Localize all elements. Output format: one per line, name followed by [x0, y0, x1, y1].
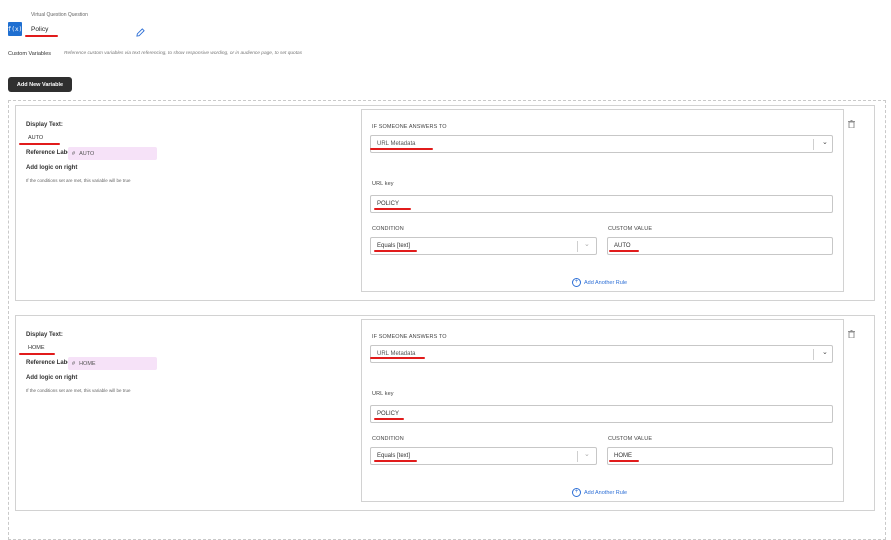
annotation-underline	[609, 460, 639, 462]
chevron-down-icon[interactable]: ⌄	[822, 138, 828, 146]
rule-panel: IF SOMEONE ANSWERS TO URL Metadata ⌄ URL…	[361, 109, 844, 292]
pencil-icon[interactable]	[136, 24, 145, 42]
annotation-underline	[370, 148, 433, 150]
answers-dropdown[interactable]: URL Metadata ⌄	[370, 345, 833, 363]
url-key-label: URL key	[372, 181, 394, 187]
dropdown-separator	[577, 241, 578, 252]
condition-label: CONDITION	[372, 436, 404, 442]
add-another-rule-link[interactable]: + Add Another Rule	[572, 278, 627, 287]
plus-circle-icon: +	[572, 488, 581, 497]
variable-card: Display Text: AUTO Reference Label: # AU…	[15, 105, 875, 301]
add-another-rule-link[interactable]: + Add Another Rule	[572, 488, 627, 497]
add-another-rule-label: Add Another Rule	[584, 489, 628, 496]
question-caption: Virtual Question Question	[31, 12, 88, 18]
reference-label-value: AUTO	[79, 150, 95, 157]
annotation-underline	[19, 143, 60, 145]
logic-help: If the conditions set are met, this vari…	[26, 178, 131, 183]
custom-variables-title: Custom Variables	[8, 51, 51, 57]
logic-title: Add logic on right	[26, 165, 78, 171]
url-key-input[interactable]: POLICY	[370, 195, 833, 213]
display-text-label: Display Text:	[26, 332, 63, 338]
condition-value: Equals [text]	[377, 453, 411, 459]
annotation-underline	[25, 35, 58, 37]
condition-dropdown[interactable]: Equals [text] ⌄	[370, 237, 597, 255]
add-another-rule-label: Add Another Rule	[584, 279, 628, 286]
custom-variables-help: Reference custom variables via text refe…	[64, 51, 303, 56]
url-key-value: POLICY	[377, 411, 400, 417]
url-key-label: URL key	[372, 391, 394, 397]
chevron-down-icon[interactable]: ⌄	[584, 450, 590, 458]
url-key-input[interactable]: POLICY	[370, 405, 833, 423]
question-name[interactable]: Policy	[31, 26, 48, 33]
annotation-underline	[609, 250, 639, 252]
custom-value-input[interactable]: AUTO	[607, 237, 833, 255]
dropdown-separator	[813, 349, 814, 360]
if-answers-label: IF SOMEONE ANSWERS TO	[372, 334, 447, 340]
hash-icon: #	[72, 150, 76, 157]
add-new-variable-button[interactable]: Add New Variable	[8, 77, 72, 92]
custom-value-input[interactable]: HOME	[607, 447, 833, 465]
custom-value-label: CUSTOM VALUE	[608, 226, 653, 232]
display-text-value[interactable]: HOME	[28, 345, 45, 351]
if-answers-label: IF SOMEONE ANSWERS TO	[372, 124, 447, 130]
logic-title: Add logic on right	[26, 375, 78, 381]
custom-value-label: CUSTOM VALUE	[608, 436, 653, 442]
display-text-label: Display Text:	[26, 122, 63, 128]
trash-icon[interactable]	[848, 330, 855, 340]
dropdown-separator	[813, 139, 814, 150]
chevron-down-icon[interactable]: ⌄	[822, 348, 828, 356]
rule-panel: IF SOMEONE ANSWERS TO URL Metadata ⌄ URL…	[361, 319, 844, 502]
dropdown-separator	[577, 451, 578, 462]
variable-card: Display Text: HOME Reference Label: # HO…	[15, 315, 875, 511]
annotation-underline	[370, 357, 425, 359]
condition-label: CONDITION	[372, 226, 404, 232]
annotation-underline	[374, 208, 411, 210]
condition-dropdown[interactable]: Equals [text] ⌄	[370, 447, 597, 465]
trash-icon[interactable]	[848, 120, 855, 130]
annotation-underline	[374, 460, 417, 462]
logic-help: If the conditions set are met, this vari…	[26, 388, 131, 393]
reference-label-chip[interactable]: # HOME	[68, 357, 157, 370]
annotation-underline	[374, 250, 417, 252]
annotation-underline	[19, 353, 55, 355]
reference-label-value: HOME	[79, 360, 96, 367]
answers-dropdown[interactable]: URL Metadata ⌄	[370, 135, 833, 153]
function-icon: f(x)	[8, 22, 22, 36]
reference-label-chip[interactable]: # AUTO	[68, 147, 157, 160]
hash-icon: #	[72, 360, 76, 367]
display-text-value[interactable]: AUTO	[28, 135, 43, 141]
url-key-value: POLICY	[377, 201, 400, 207]
answers-value: URL Metadata	[377, 141, 416, 147]
custom-value: AUTO	[614, 243, 631, 249]
annotation-underline	[374, 418, 404, 420]
chevron-down-icon[interactable]: ⌄	[584, 240, 590, 248]
custom-value: HOME	[614, 453, 632, 459]
plus-circle-icon: +	[572, 278, 581, 287]
condition-value: Equals [text]	[377, 243, 411, 249]
